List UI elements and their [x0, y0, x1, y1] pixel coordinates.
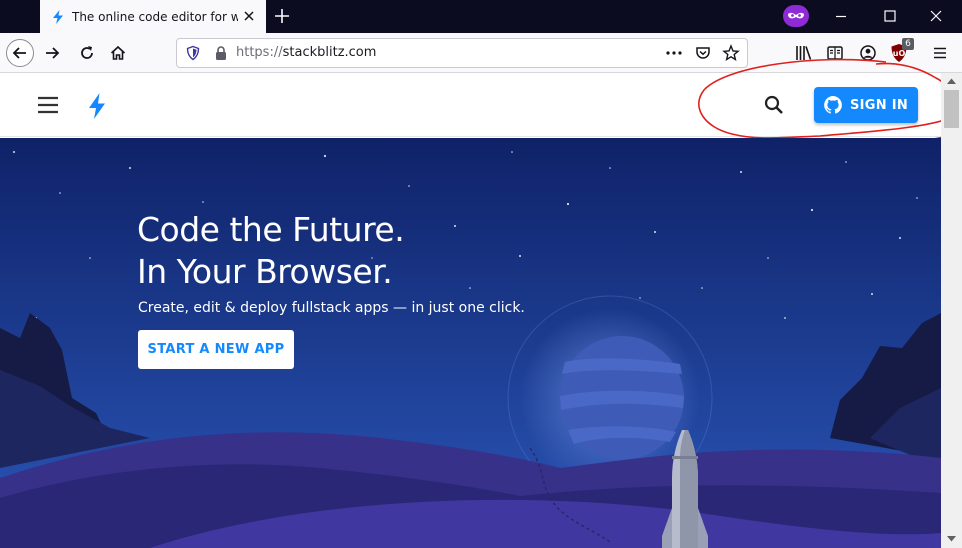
- stackblitz-bolt-icon[interactable]: [86, 92, 108, 120]
- hero-section: Code the Future. In Your Browser. Create…: [0, 138, 941, 548]
- minimize-icon[interactable]: [831, 6, 851, 26]
- scroll-down-icon[interactable]: [946, 535, 957, 543]
- address-bar[interactable]: https://stackblitz.com: [176, 38, 748, 68]
- home-button[interactable]: [104, 39, 132, 67]
- private-mask-icon: [783, 5, 809, 27]
- back-button[interactable]: [6, 39, 34, 67]
- lock-icon[interactable]: [213, 45, 229, 61]
- tracking-shield-icon[interactable]: [185, 45, 201, 61]
- more-dots-icon[interactable]: [665, 45, 683, 61]
- stackblitz-bolt-icon: [53, 9, 63, 24]
- forward-arrow-icon: [46, 47, 60, 59]
- maximize-icon[interactable]: [880, 6, 900, 26]
- hamburger-menu-icon[interactable]: [36, 95, 60, 115]
- page-scrollbar[interactable]: [941, 73, 962, 548]
- scrollbar-thumb[interactable]: [944, 90, 959, 128]
- browser-tab[interactable]: The online code editor for web: [40, 0, 266, 33]
- close-icon[interactable]: [241, 8, 257, 24]
- url-host: stackblitz.com: [282, 45, 377, 60]
- reload-icon: [81, 46, 93, 59]
- forward-button[interactable]: [38, 39, 66, 67]
- reload-button[interactable]: [73, 39, 101, 67]
- plus-icon[interactable]: [272, 6, 292, 26]
- window-close-icon[interactable]: [926, 6, 946, 26]
- hero-headline-line1: Code the Future.: [137, 210, 405, 249]
- extension-badge: 6: [902, 38, 914, 50]
- start-new-app-button[interactable]: START A NEW APP: [138, 330, 294, 369]
- hero-subtitle: Create, edit & deploy fullstack apps — i…: [138, 300, 525, 316]
- url-scheme: https://: [236, 45, 283, 60]
- browser-tab-strip: The online code editor for web: [0, 0, 962, 33]
- scroll-up-icon[interactable]: [946, 77, 957, 85]
- home-icon: [110, 45, 126, 60]
- hero-headline-line2: In Your Browser.: [137, 252, 393, 291]
- back-arrow-icon: [12, 47, 26, 59]
- svg-text:uO: uO: [893, 49, 906, 58]
- url-text[interactable]: https://stackblitz.com: [236, 45, 376, 60]
- tab-title: The online code editor for web: [72, 9, 238, 24]
- start-new-app-label: START A NEW APP: [147, 342, 285, 357]
